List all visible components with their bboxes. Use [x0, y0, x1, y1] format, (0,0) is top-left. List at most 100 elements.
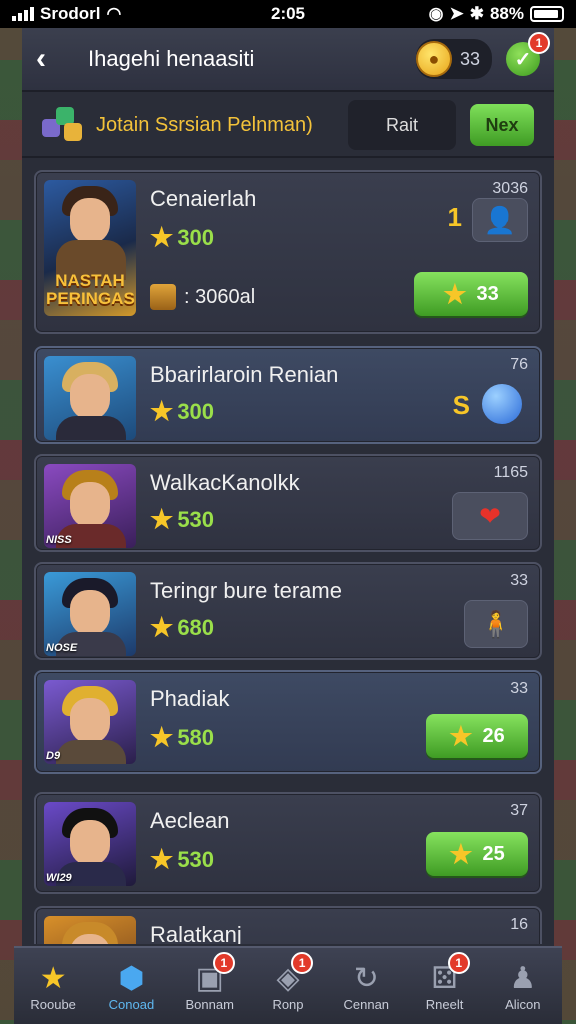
nav-item-bonnam[interactable]: ▣ Bonnam 1 — [171, 948, 249, 1024]
backdrop-right — [554, 0, 576, 1024]
list-item[interactable]: NOSE Teringr bure terame ★ 680 33 🧍 — [34, 562, 542, 660]
star-score: ★ 530 — [150, 844, 215, 874]
nav-item-ronp[interactable]: ◈ Ronp 1 — [249, 948, 327, 1024]
level-number: S — [452, 390, 470, 420]
rank-value: 76 — [510, 356, 528, 373]
star-icon: ★ — [150, 222, 174, 252]
nav-label: Rneelt — [425, 996, 464, 1012]
carrier-name: Srodorl — [40, 4, 101, 23]
nav-item-rneelt[interactable]: ⚄ Rneelt 1 — [405, 948, 483, 1024]
list-item[interactable]: WI29 Aeclean ★ 530 37 ★ 25 — [34, 792, 542, 894]
cubes-icon — [42, 105, 86, 145]
portrait-title: NASTAH PERINGAS — [46, 271, 135, 308]
star-score: ★ 300 — [150, 396, 215, 426]
hero-portrait — [44, 916, 136, 944]
portrait-tag: NOSE — [46, 642, 78, 654]
notification-badge: 1 — [291, 952, 314, 974]
nav-label: Alicon — [505, 996, 541, 1012]
nav-item-rooube[interactable]: ★ Rooube — [14, 948, 92, 1024]
player-name: Ralatkanj — [150, 922, 242, 944]
page-title: Ihagehi henaasiti — [88, 46, 255, 71]
refresh-icon: ↻ — [353, 962, 379, 995]
list-item[interactable]: NISS WalkacKanolkk ★ 530 1165 ❤ — [34, 454, 542, 552]
wifi-icon: ◠ — [106, 4, 122, 23]
list-item[interactable]: Ralatkanj 16 — [34, 906, 542, 944]
star-icon: ★ — [150, 722, 174, 752]
rank-value: 33 — [510, 680, 528, 697]
star-icon: ★ — [39, 962, 67, 995]
rank-value: 37 — [510, 802, 528, 819]
heart-icon[interactable]: ❤ — [452, 492, 528, 540]
hero-portrait: NASTAH PERINGAS — [44, 180, 136, 316]
reward-button[interactable]: ★ 26 — [426, 714, 528, 758]
main-panel: ‹ Ihagehi henaasiti ● 33 ✓ 1 Jotain Ssrs… — [14, 28, 562, 1024]
subheader-bar: Jotain Ssrsian Pelnman) Rait Nex — [22, 94, 554, 158]
nav-item-alicon[interactable]: ♟ Alicon — [484, 948, 562, 1024]
star-icon: ★ — [150, 504, 174, 534]
signal-icon — [12, 7, 34, 21]
bluetooth-icon: ✱ — [469, 4, 484, 23]
list-item[interactable]: NASTAH PERINGAS Cenaierlah ★ 300 3036 1 … — [34, 170, 542, 334]
star-icon: ★ — [150, 844, 174, 874]
star-icon: ★ — [443, 278, 467, 309]
character-small-icon[interactable]: 🧍 — [464, 600, 528, 648]
section-title: Jotain Ssrsian Pelnman) — [96, 113, 313, 136]
next-button[interactable]: Nex — [470, 104, 534, 146]
player-name: Phadiak — [150, 686, 230, 711]
list-item[interactable]: D9 Phadiak ★ 580 33 ★ 26 — [34, 670, 542, 774]
star-icon: ★ — [150, 612, 174, 642]
bottom-nav: ★ Rooube ⬢ Conoad ▣ Bonnam 1 ◈ Ronp 1 ↻ … — [14, 946, 562, 1024]
coin-icon: ● — [415, 41, 452, 77]
player-name: WalkacKanolkk — [150, 470, 300, 495]
leaderboard-list: NASTAH PERINGAS Cenaierlah ★ 300 3036 1 … — [34, 170, 542, 944]
hero-portrait — [44, 356, 136, 440]
backdrop-left — [0, 0, 22, 1024]
gem-icon: ⬢ — [118, 962, 145, 995]
notification-badge: 1 — [528, 32, 550, 54]
player-name: Teringr bure terame — [150, 578, 342, 603]
battery-percent: 88% — [489, 4, 524, 23]
rank-value: 33 — [510, 572, 528, 589]
player-name: Bbarirlaroin Renian — [150, 362, 339, 387]
blue-gem-icon[interactable] — [482, 384, 522, 424]
list-item[interactable]: Bbarirlaroin Renian ★ 300 76 S — [34, 346, 542, 444]
nav-item-conoad[interactable]: ⬢ Conoad — [92, 948, 170, 1024]
status-bar: Srodorl ◠ 2:05 ◉ ➤ ✱ 88% — [0, 0, 576, 28]
star-icon: ★ — [150, 396, 174, 426]
star-score: ★ 300 — [150, 222, 215, 252]
nav-label: Conoad — [108, 996, 155, 1012]
battery-icon — [530, 6, 564, 22]
scroll-info: : 3060al — [150, 284, 255, 310]
reward-button[interactable]: ★ 25 — [426, 832, 528, 876]
character-portrait-icon[interactable]: 👤 — [472, 198, 528, 242]
status-time: 2:05 — [270, 4, 306, 23]
portrait-tag: NISS — [46, 534, 72, 546]
star-score: ★ 530 — [150, 504, 215, 534]
notification-badge: 1 — [447, 952, 470, 974]
hero-portrait: NISS — [44, 464, 136, 548]
player-name: Aeclean — [150, 808, 230, 833]
nav-label: Rooube — [30, 996, 76, 1012]
nav-item-cennan[interactable]: ↻ Cennan — [327, 948, 405, 1024]
currency-display[interactable]: ● 33 — [415, 39, 492, 79]
rank-value: 1165 — [493, 464, 528, 481]
confirm-button[interactable]: ✓ 1 — [506, 32, 550, 76]
rank-value: 16 — [510, 916, 528, 933]
nav-label: Cennan — [343, 996, 390, 1012]
check-icon: ✓ — [514, 48, 532, 71]
star-icon: ★ — [449, 838, 473, 869]
hero-portrait: NOSE — [44, 572, 136, 656]
reward-button[interactable]: ★ 33 — [414, 272, 528, 316]
back-button[interactable]: ‹ — [36, 42, 72, 76]
star-icon: ★ — [449, 720, 473, 751]
scroll-icon — [150, 284, 176, 310]
alarm-icon: ◉ — [428, 4, 444, 23]
header-bar: ‹ Ihagehi henaasiti ● 33 ✓ 1 — [22, 28, 554, 92]
location-icon: ➤ — [449, 4, 464, 23]
rank-value: 3036 — [492, 180, 528, 197]
sort-button[interactable]: Rait — [348, 100, 456, 150]
level-number: 1 — [447, 202, 462, 232]
back-arrow-icon: ‹ — [36, 42, 46, 75]
notification-badge: 1 — [212, 952, 235, 974]
star-score: ★ 680 — [150, 612, 215, 642]
